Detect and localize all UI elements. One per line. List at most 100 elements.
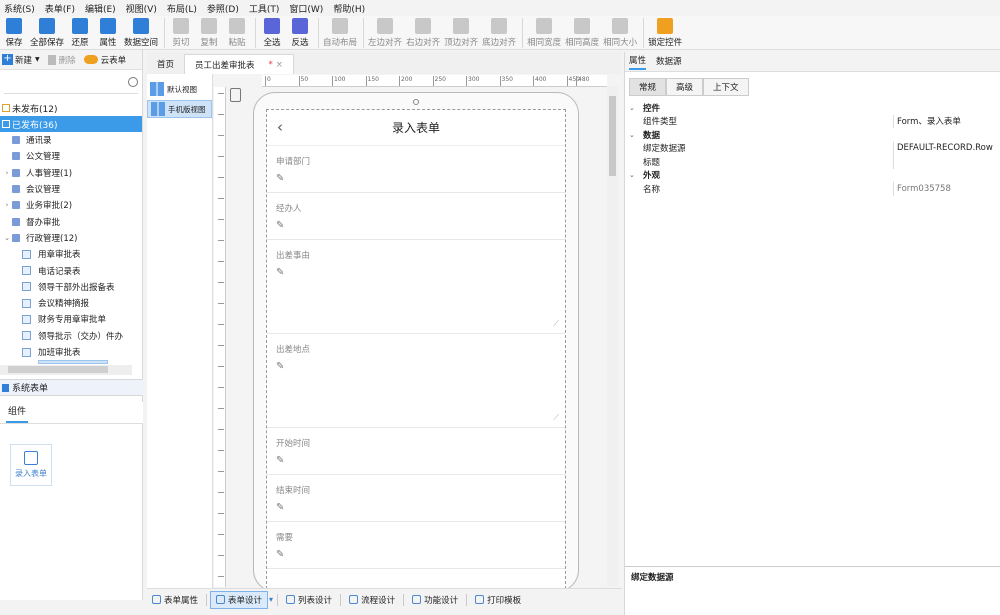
toolbar-button[interactable]: 复制: [197, 16, 221, 48]
tree-item[interactable]: 财务专用章审批单: [0, 311, 142, 327]
tree-item[interactable]: 督办审批: [0, 213, 142, 229]
system-forms-section[interactable]: 系统表单: [0, 379, 143, 396]
subtab-advanced[interactable]: 高级: [666, 78, 704, 96]
chevron-down-icon[interactable]: ⌄: [629, 171, 643, 179]
subtab-context[interactable]: 上下文: [703, 78, 749, 96]
tree-item[interactable]: 领导批示（交办）件办: [0, 328, 142, 344]
tree-item[interactable]: 会议管理: [0, 181, 142, 197]
toggle-icon[interactable]: ›: [2, 201, 12, 209]
published-section[interactable]: 已发布(36): [0, 116, 142, 132]
toolbar-button[interactable]: 相同高度: [565, 16, 599, 48]
menu-item[interactable]: 帮助(H): [333, 2, 365, 15]
tree-item[interactable]: › 业务审批(2): [0, 197, 142, 213]
tree-item[interactable]: ⌄ 行政管理(12): [0, 230, 142, 246]
toggle-icon[interactable]: ⌄: [2, 234, 12, 242]
property-row[interactable]: 绑定数据源 DEFAULT-RECORD.Row: [625, 141, 1000, 155]
toggle-icon[interactable]: ›: [2, 169, 12, 177]
unpublished-section[interactable]: 未发布(12): [0, 100, 142, 116]
entry-form[interactable]: ‹ 录入表单 申请部门 ✎ 经办人 ✎ 出差事由 ✎ ⟋ 出差地点 ✎ ⟋ 开始时间 ✎ 结束时间 ✎ 需要…: [266, 109, 566, 589]
menu-item[interactable]: 系统(S): [4, 2, 35, 15]
toolbar-button[interactable]: 数据空间: [124, 16, 158, 48]
bottom-tab[interactable]: 表单属性: [147, 591, 203, 609]
property-value[interactable]: Form、录入表单: [893, 114, 961, 128]
bottom-tab[interactable]: 表单设计: [210, 590, 269, 609]
menu-item[interactable]: 布局(L): [167, 2, 197, 15]
component-entry-form[interactable]: 录入表单: [10, 444, 52, 486]
tree-item[interactable]: 公文管理: [0, 148, 142, 164]
toolbar-button[interactable]: 全选: [260, 16, 284, 48]
bottom-tab[interactable]: 流程设计: [344, 591, 400, 609]
mobile-view-button[interactable]: 手机版视图: [147, 100, 212, 118]
toolbar-button[interactable]: 剪切: [169, 16, 193, 48]
property-value[interactable]: DEFAULT-RECORD.Row: [893, 141, 993, 155]
property-row[interactable]: 组件类型 Form、录入表单: [625, 114, 1000, 128]
menu-item[interactable]: 工具(T): [249, 2, 280, 15]
toolbar-button[interactable]: 自动布局: [323, 16, 357, 48]
toolbar-button[interactable]: 左边对齐: [368, 16, 402, 48]
close-icon[interactable]: ×: [276, 60, 283, 70]
menu-item[interactable]: 参照(D): [207, 2, 239, 15]
chevron-down-icon[interactable]: ⌄: [629, 104, 643, 112]
property-category[interactable]: ⌄ 数据: [625, 128, 1000, 142]
toolbar-button[interactable]: 还原: [68, 16, 92, 48]
tree-item[interactable]: 电话记录表: [0, 262, 142, 278]
menu-item[interactable]: 表单(F): [45, 2, 75, 15]
form-field[interactable]: 需要 ✎: [267, 522, 565, 569]
toolbar-button[interactable]: 右边对齐: [406, 16, 440, 48]
chevron-down-icon[interactable]: ⌄: [629, 131, 643, 139]
bottom-tab[interactable]: 打印模板: [470, 591, 526, 609]
property-category[interactable]: ⌄ 控件: [625, 101, 1000, 115]
rotate-handle[interactable]: [413, 99, 419, 105]
property-category[interactable]: ⌄ 外观: [625, 169, 1000, 183]
tree-item[interactable]: 用章审批表: [0, 246, 142, 262]
form-field[interactable]: 开始时间 ✎: [267, 428, 565, 475]
toolbar-button[interactable]: 全部保存: [30, 16, 64, 48]
resize-icon[interactable]: ⟋: [553, 319, 559, 329]
tab-travel-approval[interactable]: 员工出差审批表 * ×: [184, 54, 294, 74]
form-field[interactable]: 申请部门 ✎: [267, 146, 565, 193]
canvas-scrollbar[interactable]: [607, 86, 618, 586]
tree-item[interactable]: 通讯录: [0, 132, 142, 148]
tab-home[interactable]: 首页: [147, 54, 184, 74]
components-tab[interactable]: 组件: [0, 402, 143, 424]
toolbar-button[interactable]: 反选: [288, 16, 312, 48]
toolbar-button[interactable]: 底边对齐: [482, 16, 516, 48]
tree-hscrollbar[interactable]: [0, 365, 132, 375]
bottom-tab[interactable]: 功能设计: [407, 591, 463, 609]
toolbar-button[interactable]: 属性: [96, 16, 120, 48]
tree-item[interactable]: 会议精神摘报: [0, 295, 142, 311]
tree-item[interactable]: 加班审批表: [0, 344, 142, 360]
new-button[interactable]: + 新建 ▼: [2, 54, 40, 66]
tree-item[interactable]: 领导干部外出报备表: [0, 279, 142, 295]
phone-toggle-icon[interactable]: [230, 88, 241, 102]
tab-datasource[interactable]: 数据源: [656, 55, 682, 69]
chevron-down-icon[interactable]: ▾: [269, 595, 273, 604]
subtab-general[interactable]: 常规: [629, 78, 667, 96]
default-view-button[interactable]: 默认视图: [147, 80, 212, 98]
form-field[interactable]: 出差事由 ✎ ⟋: [267, 240, 565, 334]
bottom-tab[interactable]: 列表设计: [281, 591, 337, 609]
toolbar-button[interactable]: 顶边对齐: [444, 16, 478, 48]
form-field[interactable]: 经办人 ✎: [267, 193, 565, 240]
scroll-thumb[interactable]: [609, 96, 616, 176]
toolbar-button[interactable]: 相同大小: [603, 16, 637, 48]
form-field[interactable]: 结束时间 ✎: [267, 475, 565, 522]
menu-item[interactable]: 视图(V): [126, 2, 157, 15]
property-row[interactable]: 名称 Form035758: [625, 182, 1000, 196]
property-value[interactable]: [893, 155, 897, 169]
toolbar-button[interactable]: 粘贴: [225, 16, 249, 48]
menu-item[interactable]: 编辑(E): [85, 2, 116, 15]
cloud-form-button[interactable]: 云表单: [83, 54, 126, 66]
toolbar-button[interactable]: 相同宽度: [527, 16, 561, 48]
toolbar-button[interactable]: 保存: [2, 16, 26, 48]
toolbar-button[interactable]: 锁定控件: [648, 16, 682, 48]
tree-item[interactable]: › 人事管理(1): [0, 165, 142, 181]
back-arrow-icon[interactable]: ‹: [277, 118, 283, 136]
tab-properties[interactable]: 属性: [629, 54, 647, 70]
form-field[interactable]: 出差地点 ✎ ⟋: [267, 334, 565, 428]
delete-button[interactable]: 删除: [47, 54, 76, 66]
tree-search-input[interactable]: [4, 76, 138, 94]
menu-item[interactable]: 窗口(W): [289, 2, 323, 15]
resize-icon[interactable]: ⟋: [553, 413, 559, 423]
property-value[interactable]: Form035758: [893, 182, 951, 196]
